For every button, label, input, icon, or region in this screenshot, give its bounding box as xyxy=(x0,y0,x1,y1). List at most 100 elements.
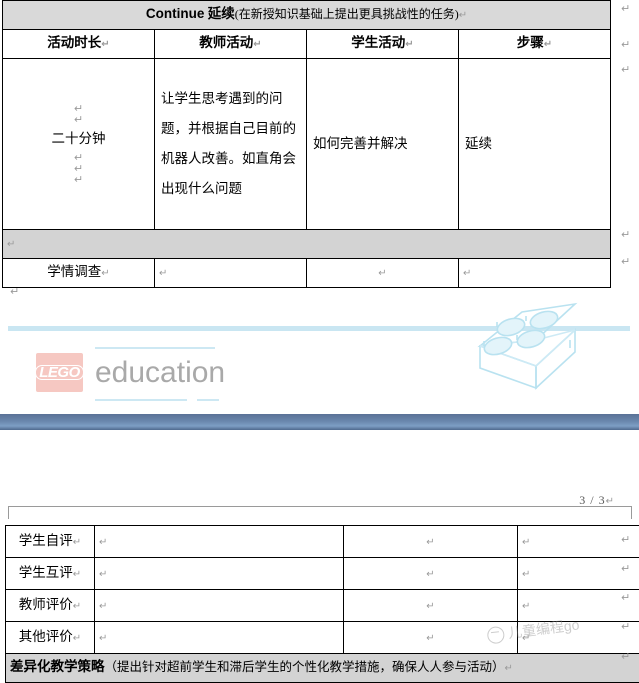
pilcrow-mark: ↵ xyxy=(522,537,530,548)
lego-brick-icon xyxy=(470,296,585,396)
table-row: 学生互评↵ ↵ ↵ ↵ xyxy=(6,558,639,590)
eval-label: 其他评价 xyxy=(19,629,73,644)
pilcrow-mark: ↵ xyxy=(253,39,261,50)
pilcrow-mark: ↵ xyxy=(74,174,83,185)
document-page: Continue 延续(在新授知识基础上提出更具挑战性的任务)↵ 活动时长↵ 教… xyxy=(0,0,639,671)
education-wordmark-wrap: education xyxy=(95,356,225,390)
col-header-student: 学生活动↵ xyxy=(307,30,459,59)
continue-activity-table: Continue 延续(在新授知识基础上提出更具挑战性的任务)↵ 活动时长↵ 教… xyxy=(2,0,611,288)
margin-pilcrow: ↵ xyxy=(621,650,630,663)
pilcrow-mark: ↵ xyxy=(74,114,83,125)
cell-survey-step: ↵ xyxy=(459,259,611,288)
margin-pilcrow: ↵ xyxy=(621,2,630,15)
pilcrow-mark: ↵ xyxy=(463,268,471,279)
lego-wordmark: LEGO xyxy=(35,365,84,380)
strategy-row: 差异化教学策略（提出针对超前学生和滞后学生的个性化教学措施，确保人人参与活动）↵ xyxy=(6,654,639,683)
margin-pilcrow: ↵ xyxy=(621,255,630,268)
cell-eval-c3: ↵ xyxy=(344,526,518,558)
continue-banner-row: Continue 延续(在新授知识基础上提出更具挑战性的任务)↵ xyxy=(3,1,611,30)
cell-eval-label: 教师评价↵ xyxy=(6,590,95,622)
strategy-cell: 差异化教学策略（提出针对超前学生和滞后学生的个性化教学措施，确保人人参与活动）↵ xyxy=(6,654,639,683)
cell-duration: ↵ ↵ 二十分钟 ↵ ↵ ↵ xyxy=(3,59,155,230)
col-header-duration-label: 活动时长 xyxy=(47,35,101,50)
col-header-teacher-label: 教师活动 xyxy=(199,35,253,50)
cell-eval-c3: ↵ xyxy=(344,590,518,622)
pilcrow-mark: ↵ xyxy=(7,239,15,250)
eval-label: 教师评价 xyxy=(19,597,73,612)
cell-survey-student: ↵ xyxy=(307,259,459,288)
eval-label: 学生互评 xyxy=(19,565,73,580)
pilcrow-mark: ↵ xyxy=(544,39,552,50)
cell-eval-label: 学生自评↵ xyxy=(6,526,95,558)
margin-pilcrow: ↵ xyxy=(621,228,630,241)
cell-eval-c2: ↵ xyxy=(95,622,344,654)
evaluation-table: 学生自评↵ ↵ ↵ ↵ 学生互评↵ ↵ ↵ ↵ 教师评价↵ ↵ ↵ ↵ 其他评价… xyxy=(5,525,639,683)
education-rule-bottom-right xyxy=(197,399,219,401)
pilcrow-mark: ↵ xyxy=(99,537,107,548)
education-rule-bottom-left xyxy=(95,399,187,401)
pilcrow-mark: ↵ xyxy=(505,663,513,674)
spacer-cell: ↵ xyxy=(3,230,611,259)
cell-student-activity: 如何完善并解决 xyxy=(307,59,459,230)
pilcrow-mark: ↵ xyxy=(426,601,434,612)
strategy-detail: （提出针对超前学生和滞后学生的个性化教学措施，确保人人参与活动） xyxy=(105,660,505,674)
col-header-student-label: 学生活动 xyxy=(351,35,405,50)
margin-pilcrow: ↵ xyxy=(621,591,630,604)
margin-pilcrow: ↵ xyxy=(621,63,630,76)
pilcrow-mark: ↵ xyxy=(99,569,107,580)
student-activity-text: 如何完善并解决 xyxy=(311,131,454,157)
education-wordmark: education xyxy=(95,356,225,390)
pilcrow-mark: ↵ xyxy=(426,633,434,644)
survey-label: 学情调查 xyxy=(47,264,101,279)
strategy-title: 差异化教学策略 xyxy=(10,659,105,674)
pilcrow-mark: ↵ xyxy=(405,39,413,50)
step-text: 延续 xyxy=(463,131,606,157)
pilcrow-mark: ↵ xyxy=(522,633,530,644)
pilcrow-mark: ↵ xyxy=(426,537,434,548)
banner-chinese: 延续 xyxy=(204,6,234,21)
cell-teacher-activity: 让学生思考遇到的问题，并根据自己目前的机器人改善。如直角会出现什么问题 xyxy=(155,59,307,230)
pilcrow-mark: ↵ xyxy=(378,268,386,279)
pilcrow-mark: ↵ xyxy=(99,601,107,612)
footer-blue-bar xyxy=(0,414,639,430)
cell-step: 延续 xyxy=(459,59,611,230)
col-header-step-label: 步骤 xyxy=(517,35,544,50)
cell-eval-label: 学生互评↵ xyxy=(6,558,95,590)
eval-label: 学生自评 xyxy=(19,533,73,548)
table-row: ↵ ↵ 二十分钟 ↵ ↵ ↵ 让学生思考遇到的问题，并根据自己目前的机器人改善。… xyxy=(3,59,611,230)
lego-education-logo: LEGO education xyxy=(36,353,225,392)
pilcrow-mark: ↵ xyxy=(73,633,81,644)
pilcrow-mark: ↵ xyxy=(73,569,81,580)
cell-survey-teacher: ↵ xyxy=(155,259,307,288)
pilcrow-mark: ↵ xyxy=(101,268,109,279)
pilcrow-mark: ↵ xyxy=(99,633,107,644)
duration-stack: ↵ ↵ 二十分钟 ↵ ↵ ↵ xyxy=(7,59,150,229)
cell-eval-c2: ↵ xyxy=(95,590,344,622)
margin-pilcrow: ↵ xyxy=(621,38,630,51)
column-header-row: 活动时长↵ 教师活动↵ 学生活动↵ 步骤↵ xyxy=(3,30,611,59)
cell-eval-c3: ↵ xyxy=(344,622,518,654)
pilcrow-mark: ↵ xyxy=(159,268,167,279)
pilcrow-mark: ↵ xyxy=(522,569,530,580)
col-header-duration: 活动时长↵ xyxy=(3,30,155,59)
table-row-survey: 学情调查↵ ↵ ↵ ↵ xyxy=(3,259,611,288)
banner-note: (在新授知识基础上提出更具挑战性的任务) xyxy=(235,7,459,21)
margin-pilcrow: ↵ xyxy=(621,562,630,575)
table-fragment-border xyxy=(8,506,632,519)
margin-pilcrow: ↵ xyxy=(621,620,630,633)
page-number-value: 3 / 3 xyxy=(579,493,605,507)
pilcrow-mark: ↵ xyxy=(522,601,530,612)
pilcrow-mark: ↵ xyxy=(101,39,109,50)
lego-footer-band: LEGO education xyxy=(0,296,639,419)
continue-banner-cell: Continue 延续(在新授知识基础上提出更具挑战性的任务)↵ xyxy=(3,1,611,30)
education-rule-top xyxy=(95,347,215,349)
teacher-activity-text: 让学生思考遇到的问题，并根据自己目前的机器人改善。如直角会出现什么问题 xyxy=(159,84,302,204)
pilcrow-mark: ↵ xyxy=(73,537,81,548)
margin-pilcrow: ↵ xyxy=(621,533,630,546)
table-row: 学生自评↵ ↵ ↵ ↵ xyxy=(6,526,639,558)
col-header-step: 步骤↵ xyxy=(459,30,611,59)
cell-eval-c2: ↵ xyxy=(95,526,344,558)
cell-eval-label: 其他评价↵ xyxy=(6,622,95,654)
spacer-row: ↵ xyxy=(3,230,611,259)
banner-english: Continue xyxy=(146,6,205,21)
